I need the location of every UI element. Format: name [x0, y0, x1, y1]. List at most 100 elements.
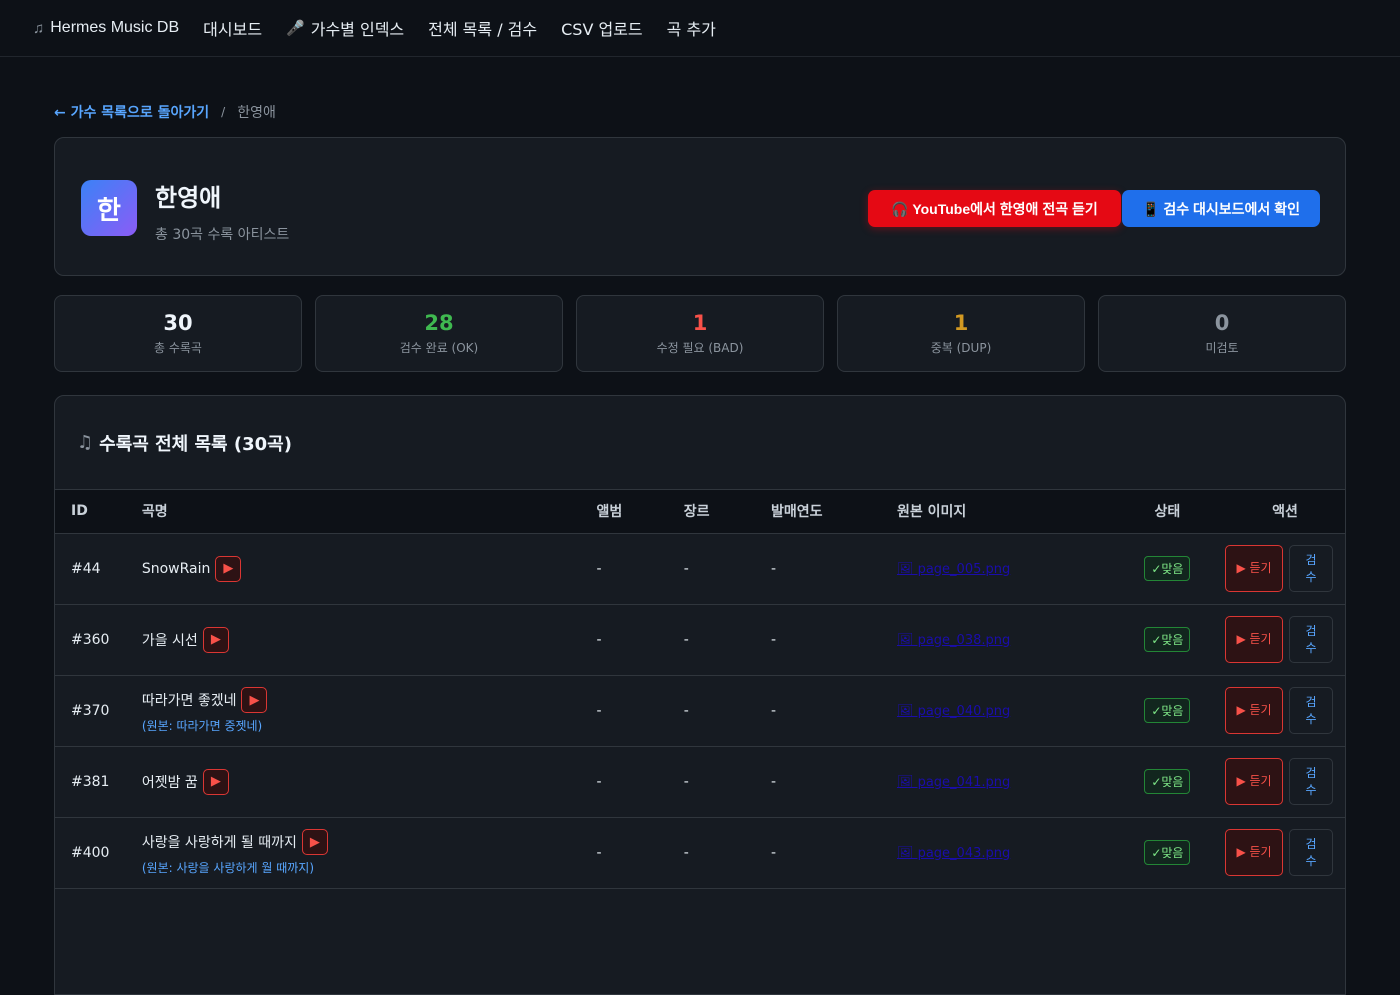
play-icon[interactable]: ▶ [301, 829, 328, 855]
stat-label: 총 수록곡 [154, 341, 202, 355]
stat-card: 0 미검토 [1098, 295, 1346, 372]
main-content: ← 가수 목록으로 돌아가기 / 한영애 한 한영애 총 30곡 수록 아티스트… [54, 57, 1346, 995]
song-album: - [596, 675, 684, 747]
listen-button[interactable]: ▶ 듣기 [1225, 687, 1283, 734]
song-year: - [771, 817, 897, 889]
song-id: #360 [55, 604, 126, 676]
back-to-artists-link[interactable]: ← 가수 목록으로 돌아가기 [54, 102, 209, 122]
nav-brand[interactable]: ♫ Hermes Music DB [33, 19, 179, 37]
table-row: #44 SnowRain ▶ - - - 🖼 page_005.png ✓맞음 ▶ 듣기 검수 [55, 533, 1345, 605]
song-title-cell: 사랑을 사랑하게 될 때까지 ▶ (원본: 사랑을 사랑하게 월 때까지) [125, 817, 597, 889]
song-original-title: (원본: 따라가면 중젯네) [141, 719, 263, 733]
col-genre[interactable]: 장르 [683, 490, 772, 534]
play-icon[interactable]: ▶ [202, 768, 229, 795]
songs-section-title: ♫ 수록곡 전체 목록 (30곡) [55, 396, 1345, 490]
song-status-cell: ✓맞음 [1109, 675, 1225, 747]
song-album: - [596, 817, 684, 889]
song-genre: - [683, 533, 772, 605]
col-status[interactable]: 상태 [1109, 490, 1225, 534]
songs-title-label: 수록곡 전체 목록 (30곡) [99, 433, 292, 455]
review-button[interactable]: 검수 [1289, 829, 1333, 876]
song-image-link[interactable]: 🖼 page_040.png [897, 704, 1010, 719]
nav-csv-upload[interactable]: CSV 업로드 [561, 16, 643, 40]
listen-button[interactable]: ▶ 듣기 [1225, 758, 1283, 805]
table-row: #400 사랑을 사랑하게 될 때까지 ▶ (원본: 사랑을 사랑하게 월 때까지) -… [55, 817, 1345, 889]
review-button[interactable]: 검수 [1289, 687, 1333, 734]
music-note-icon: ♫ [33, 19, 45, 37]
review-button[interactable]: 검수 [1289, 616, 1333, 663]
song-actions: ▶ 듣기 검수 [1225, 675, 1345, 747]
stat-label: 미검토 [1205, 341, 1239, 355]
song-album: - [596, 604, 684, 676]
song-id: #381 [55, 746, 126, 818]
nav-artist-index[interactable]: 🎤 가수별 인덱스 [286, 16, 404, 40]
song-genre: - [683, 604, 772, 676]
song-title: SnowRain [141, 560, 211, 577]
review-button[interactable]: 검수 [1289, 545, 1333, 592]
table-row: #370 따라가면 좋겠네 ▶ (원본: 따라가면 중젯네) - - - 🖼 page_040… [55, 675, 1345, 747]
song-status-cell: ✓맞음 [1109, 746, 1225, 818]
stat-value: 30 [163, 311, 193, 335]
song-title-cell: 따라가면 좋겠네 ▶ (원본: 따라가면 중젯네) [125, 675, 597, 747]
table-header-row: ID 곡명 앨범 장르 발매연도 원본 이미지 상태 액션 [55, 490, 1345, 534]
song-genre: - [683, 817, 772, 889]
song-year: - [771, 604, 897, 676]
song-image-link[interactable]: 🖼 page_041.png [897, 775, 1010, 790]
review-button[interactable]: 검수 [1289, 758, 1333, 805]
stat-label: 중복 (DUP) [930, 341, 992, 355]
listen-button[interactable]: ▶ 듣기 [1225, 545, 1283, 592]
artist-avatar: 한 [81, 180, 137, 236]
nav-brand-label: Hermes Music DB [50, 19, 180, 36]
youtube-play-all-button[interactable]: 🎧 YouTube에서 한영애 전곡 듣기 [868, 190, 1121, 227]
song-actions: ▶ 듣기 검수 [1225, 604, 1345, 676]
listen-button[interactable]: ▶ 듣기 [1225, 616, 1283, 663]
breadcrumb-current: 한영애 [237, 105, 276, 121]
breadcrumb-separator: / [221, 105, 226, 119]
song-title: 사랑을 사랑하게 될 때까지 [141, 835, 297, 851]
col-album[interactable]: 앨범 [596, 490, 684, 534]
artist-header-card: 한 한영애 총 30곡 수록 아티스트 🎧 YouTube에서 한영애 전곡 듣… [54, 137, 1346, 276]
listen-button[interactable]: ▶ 듣기 [1225, 829, 1283, 876]
song-album: - [596, 533, 684, 605]
song-image-link[interactable]: 🖼 page_043.png [897, 846, 1010, 861]
nav-dashboard[interactable]: 대시보드 [203, 16, 262, 40]
stat-card: 28 검수 완료 (OK) [315, 295, 563, 372]
song-genre: - [683, 746, 772, 818]
table-row: #381 어젯밤 꿈 ▶ - - - 🖼 page_041.png ✓맞음 ▶ 듣기 검수 [55, 746, 1345, 818]
play-icon[interactable]: ▶ [215, 555, 242, 582]
top-nav: ♫ Hermes Music DB 대시보드 🎤 가수별 인덱스 전체 목록 /… [0, 0, 1400, 57]
nav-list-review[interactable]: 전체 목록 / 검수 [428, 16, 537, 40]
col-title[interactable]: 곡명 [125, 490, 597, 534]
music-note-icon: ♫ [77, 432, 94, 453]
status-badge: ✓맞음 [1144, 769, 1191, 794]
stat-value: 1 [692, 311, 708, 335]
song-image-link[interactable]: 🖼 page_038.png [897, 633, 1010, 648]
nav-add-song[interactable]: 곡 추가 [667, 16, 716, 40]
play-icon[interactable]: ▶ [241, 687, 268, 713]
song-title-wrap: 어젯밤 꿈 ▶ [142, 768, 597, 795]
stat-value: 28 [424, 311, 454, 335]
play-icon[interactable]: ▶ [202, 626, 229, 653]
review-dashboard-button[interactable]: 📱 검수 대시보드에서 확인 [1122, 190, 1320, 227]
col-year[interactable]: 발매연도 [771, 490, 897, 534]
artist-name: 한영애 [155, 184, 222, 212]
song-image-link[interactable]: 🖼 page_005.png [897, 562, 1010, 577]
song-title-wrap: 가을 시선 ▶ [142, 626, 597, 653]
song-image-cell: 🖼 page_005.png [896, 533, 1110, 605]
action-buttons: ▶ 듣기 검수 [1225, 829, 1345, 876]
breadcrumb: ← 가수 목록으로 돌아가기 / 한영애 [54, 102, 1346, 122]
table-row: #360 가을 시선 ▶ - - - 🖼 page_038.png ✓맞음 ▶ 듣기 검수 [55, 604, 1345, 676]
stat-value: 0 [1214, 311, 1230, 335]
status-badge: ✓맞음 [1144, 698, 1191, 723]
status-badge: ✓맞음 [1144, 840, 1191, 865]
song-image-cell: 🖼 page_038.png [896, 604, 1110, 676]
song-album: - [596, 746, 684, 818]
action-buttons: ▶ 듣기 검수 [1225, 545, 1345, 592]
action-buttons: ▶ 듣기 검수 [1225, 758, 1345, 805]
stat-label: 수정 필요 (BAD) [656, 341, 744, 355]
col-image[interactable]: 원본 이미지 [896, 490, 1110, 534]
song-title: 따라가면 좋겠네 [141, 693, 237, 709]
song-title-wrap: 따라가면 좋겠네 ▶ [142, 687, 597, 713]
col-id[interactable]: ID [55, 490, 126, 534]
song-actions: ▶ 듣기 검수 [1225, 817, 1345, 889]
